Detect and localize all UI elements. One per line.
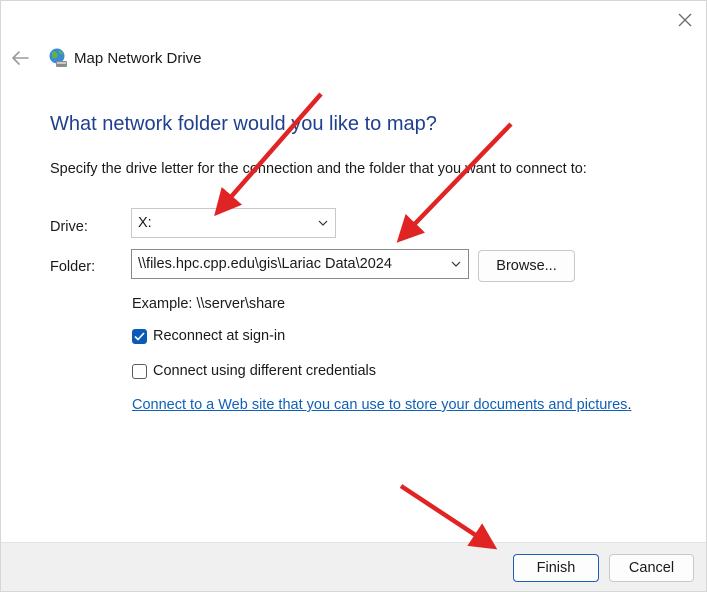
cancel-button[interactable]: Cancel [609, 554, 694, 582]
annotation-arrows [214, 92, 513, 550]
chevron-down-icon [311, 209, 335, 237]
browse-button[interactable]: Browse... [478, 250, 575, 282]
reconnect-checkbox[interactable] [132, 328, 147, 344]
checkmark-icon [134, 331, 145, 341]
web-site-link-suffix: . [627, 397, 632, 413]
folder-combo-value: \\files.hpc.cpp.edu\gis\Lariac Data\2024 [138, 256, 392, 272]
folder-combo-input[interactable]: \\files.hpc.cpp.edu\gis\Lariac Data\2024 [131, 249, 469, 279]
finish-button[interactable]: Finish [513, 554, 599, 582]
close-icon [678, 13, 692, 27]
reconnect-checkbox-row[interactable]: Reconnect at sign-in [132, 328, 285, 344]
credentials-label: Connect using different credentials [153, 363, 377, 379]
drive-label: Drive: [50, 219, 88, 235]
credentials-checkbox-row[interactable]: Connect using different credentials [132, 363, 376, 379]
credentials-checkbox[interactable] [132, 363, 147, 379]
network-drive-icon [49, 48, 67, 67]
close-button[interactable] [674, 9, 696, 31]
web-site-link-row: Connect to a Web site that you can use t… [132, 397, 631, 413]
back-button[interactable] [9, 47, 31, 69]
window-title: Map Network Drive [74, 50, 202, 67]
map-network-drive-dialog: Map Network Drive What network folder wo… [0, 0, 707, 592]
instructions-text: Specify the drive letter for the connect… [50, 161, 587, 177]
example-text: Example: \\server\share [132, 296, 286, 312]
page-heading: What network folder would you like to ma… [50, 113, 437, 135]
folder-label: Folder: [50, 259, 96, 275]
chevron-down-icon[interactable] [444, 250, 468, 278]
arrow-to-finish [399, 484, 498, 550]
web-site-link[interactable]: Connect to a Web site that you can use t… [132, 397, 627, 413]
arrow-to-drive [214, 92, 323, 217]
back-arrow-icon [12, 51, 29, 65]
dialog-footer: Finish Cancel [1, 542, 706, 591]
drive-select[interactable]: X: [131, 208, 336, 238]
arrow-to-folder [396, 122, 513, 243]
reconnect-label: Reconnect at sign-in [153, 328, 286, 344]
drive-select-value: X: [138, 215, 152, 231]
